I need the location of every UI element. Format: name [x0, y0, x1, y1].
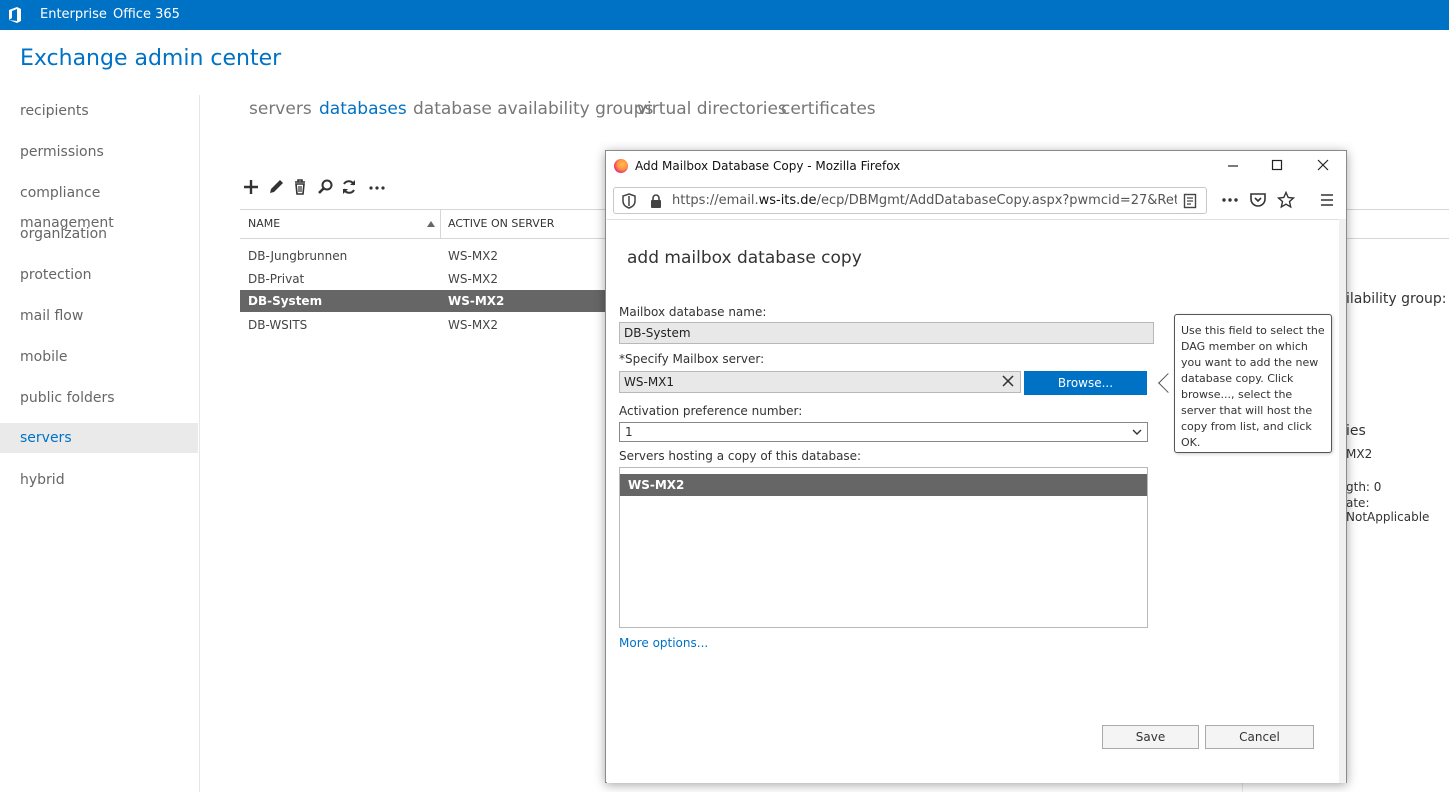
url-rest: /ecp/DBMgmt/AddDatabaseCopy.aspx?pwmcid=… — [816, 193, 1177, 208]
nav-item-organization[interactable]: organization — [0, 219, 198, 249]
close-icon — [1317, 159, 1329, 171]
row-server: WS-MX2 — [448, 294, 505, 308]
firefox-popup-window: Add Mailbox Database Copy - Mozilla Fire… — [605, 150, 1347, 783]
dialog-title: add mailbox database copy — [627, 248, 862, 268]
table-row[interactable]: DB-Privat WS-MX2 — [240, 268, 610, 290]
browse-button[interactable]: Browse... — [1024, 371, 1147, 395]
details-copies-heading: ies — [1346, 423, 1366, 439]
top-bar: Enterprise Office 365 — [0, 0, 1449, 30]
server-label: *Specify Mailbox server: — [619, 352, 765, 366]
row-server: WS-MX2 — [448, 272, 499, 286]
details-queue-length: gth: 0 — [1346, 480, 1382, 494]
refresh-icon[interactable] — [339, 177, 359, 197]
window-titlebar[interactable]: Add Mailbox Database Copy - Mozilla Fire… — [606, 151, 1346, 181]
nav-item-hybrid[interactable]: hybrid — [0, 465, 198, 495]
details-dag-label: ilability group: — [1346, 291, 1447, 307]
page-actions-icon[interactable] — [1221, 191, 1239, 209]
dialog-content: add mailbox database copy Mailbox databa… — [607, 219, 1339, 783]
row-name: DB-WSITS — [248, 318, 308, 332]
shield-icon[interactable] — [620, 192, 638, 210]
tab-database-availability-groups[interactable]: database availability groups — [413, 99, 653, 119]
server-field-value: WS-MX1 — [624, 375, 675, 389]
activation-label: Activation preference number: — [619, 404, 803, 418]
nav-item-recipients[interactable]: recipients — [0, 96, 198, 126]
nav-item-permissions[interactable]: permissions — [0, 137, 198, 167]
tab-servers[interactable]: servers — [249, 99, 312, 119]
row-name: DB-Privat — [248, 272, 305, 286]
tab-virtual-directories[interactable]: virtual directories — [637, 99, 787, 119]
nav-item-mobile[interactable]: mobile — [0, 342, 198, 372]
delete-icon[interactable] — [290, 177, 310, 197]
close-button[interactable] — [1312, 156, 1334, 176]
table-row-selected[interactable]: DB-System WS-MX2 — [240, 290, 610, 312]
url-bar[interactable]: https://email.ws-its.de/ecp/DBMgmt/AddDa… — [613, 187, 1207, 214]
bookmark-star-icon[interactable] — [1276, 190, 1296, 209]
hosting-label: Servers hosting a copy of this database: — [619, 449, 862, 463]
column-header-active-on-server[interactable]: ACTIVE ON SERVER — [440, 210, 554, 238]
details-copy-server: MX2 — [1346, 447, 1373, 461]
reader-view-icon[interactable] — [1181, 192, 1199, 210]
add-icon[interactable] — [241, 177, 261, 197]
maximize-icon — [1271, 159, 1283, 171]
firefox-icon — [614, 159, 628, 173]
edit-icon[interactable] — [266, 177, 286, 197]
row-server: WS-MX2 — [448, 249, 499, 263]
office-logo-icon[interactable] — [8, 7, 22, 23]
url-text: https://email.ws-its.de/ecp/DBMgmt/AddDa… — [672, 193, 1177, 208]
app-title: Exchange admin center — [20, 46, 282, 71]
enterprise-link[interactable]: Enterprise — [40, 7, 107, 22]
row-name: DB-Jungbrunnen — [248, 249, 348, 263]
more-icon[interactable] — [367, 177, 387, 197]
nav-item-compliance-management[interactable]: compliance management — [0, 178, 198, 231]
db-name-field: DB-System — [619, 322, 1154, 344]
row-server: WS-MX2 — [448, 318, 499, 332]
db-name-label: Mailbox database name: — [619, 305, 767, 319]
tab-certificates[interactable]: certificates — [781, 99, 876, 119]
table-row[interactable]: DB-WSITS WS-MX2 — [240, 314, 610, 336]
nav-item-public-folders[interactable]: public folders — [0, 383, 198, 413]
window-title: Add Mailbox Database Copy - Mozilla Fire… — [635, 159, 901, 173]
nav-item-servers[interactable]: servers — [0, 423, 198, 453]
tab-databases[interactable]: databases — [319, 99, 407, 119]
nav-divider — [199, 95, 200, 792]
save-button[interactable]: Save — [1102, 725, 1199, 749]
lock-icon[interactable] — [647, 192, 665, 210]
table-row[interactable]: DB-Jungbrunnen WS-MX2 — [240, 245, 610, 267]
url-domain: ws-its.de — [758, 193, 817, 208]
more-options-link[interactable]: More options... — [619, 636, 708, 650]
nav-item-mail-flow[interactable]: mail flow — [0, 301, 198, 331]
minimize-button[interactable] — [1222, 156, 1244, 176]
minimize-icon — [1228, 165, 1238, 167]
search-icon[interactable] — [315, 177, 335, 197]
server-field[interactable]: WS-MX1 — [619, 371, 1021, 393]
maximize-button[interactable] — [1266, 156, 1288, 176]
pocket-icon[interactable] — [1249, 191, 1267, 209]
row-name: DB-System — [248, 294, 323, 308]
scrollbar[interactable] — [1339, 219, 1346, 783]
office365-link[interactable]: Office 365 — [113, 7, 180, 22]
activation-value: 1 — [625, 425, 633, 439]
chevron-down-icon — [1132, 429, 1142, 435]
sort-ascending-icon — [427, 221, 435, 227]
list-item[interactable]: WS-MX2 — [620, 474, 1147, 496]
clear-icon[interactable] — [998, 372, 1018, 392]
details-content-index-state: ate: NotApplicable — [1346, 496, 1430, 524]
activation-select[interactable]: 1 — [619, 422, 1148, 442]
column-header-name[interactable]: NAME — [240, 210, 280, 238]
cancel-button[interactable]: Cancel — [1205, 725, 1314, 749]
nav-item-protection[interactable]: protection — [0, 260, 198, 290]
hamburger-menu-icon[interactable] — [1318, 191, 1336, 209]
help-callout: Use this field to select the DAG member … — [1174, 314, 1332, 453]
hosting-servers-list[interactable]: WS-MX2 — [619, 467, 1148, 628]
url-prefix: https://email. — [672, 193, 759, 208]
